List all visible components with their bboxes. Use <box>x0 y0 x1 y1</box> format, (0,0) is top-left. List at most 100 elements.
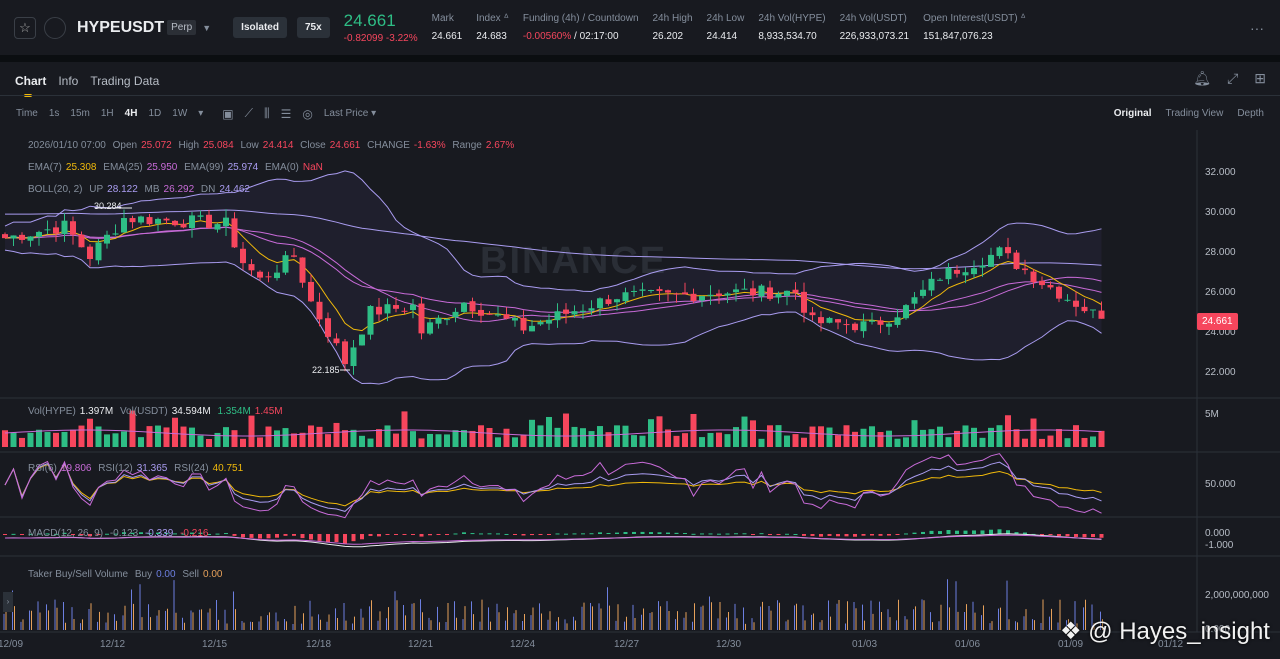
macd-hist-bar <box>521 534 526 536</box>
volume-bar <box>869 426 875 447</box>
volume-bar <box>546 416 552 447</box>
volume-bar <box>274 430 280 447</box>
ema7-label: EMA(7) <box>28 162 62 173</box>
candle-body <box>699 296 705 301</box>
candle-body <box>189 215 195 229</box>
candle-body <box>597 298 603 309</box>
macd-hist-bar <box>785 533 789 535</box>
volume-bar <box>435 434 442 447</box>
taker-axis-tick: 2,000,000,000 <box>1205 590 1269 601</box>
macd-hist-bar <box>980 530 985 534</box>
volume-bar <box>945 437 952 447</box>
candle-body <box>860 321 867 332</box>
volume-bar <box>452 430 459 447</box>
volume-bar <box>877 431 884 447</box>
boll-up-label: UP <box>89 184 104 195</box>
volume-bar <box>172 417 178 447</box>
volume-bar <box>10 432 17 447</box>
change-value: -1.63% <box>413 140 446 151</box>
volume-bar <box>724 434 731 447</box>
volume-bar <box>622 425 629 447</box>
chart-canvas[interactable] <box>0 0 1280 659</box>
candle-body <box>826 317 833 323</box>
volume-bar <box>197 435 204 447</box>
candle-body <box>971 268 977 275</box>
candle-body <box>818 317 824 324</box>
volume-bar <box>1022 438 1028 447</box>
candle-body <box>299 257 306 283</box>
candle-body <box>682 292 688 295</box>
candle-body <box>129 218 136 223</box>
volume-bar <box>673 435 680 447</box>
macd-hist-bar <box>419 534 424 537</box>
ema0-label: EMA(0) <box>264 162 299 173</box>
macd-legend: MACD(12, 26, 9) -0.123 -0.339 -0.216 <box>28 528 212 539</box>
macd-hist-bar <box>538 534 543 535</box>
volume-bar <box>308 425 314 447</box>
volume-bar <box>699 437 705 447</box>
volume-bar <box>903 437 909 447</box>
rsi6-label: RSI(6) <box>28 463 57 474</box>
candle-body <box>707 294 714 297</box>
taker-buy-value: 0.00 <box>156 569 176 580</box>
collapse-sidebar-handle[interactable]: › <box>3 592 13 612</box>
macd-hist-bar <box>887 534 891 536</box>
volume-bar <box>282 428 289 447</box>
volume-bar <box>1064 438 1071 447</box>
boll-dn-label: DN <box>200 184 216 195</box>
candle-body <box>512 317 518 321</box>
volume-bar <box>495 437 501 447</box>
macd-hist-bar <box>20 534 24 535</box>
candle-body <box>665 290 671 293</box>
macd-hist-bar <box>861 534 866 536</box>
date-tick: 12/30 <box>716 639 742 650</box>
volume-bar <box>95 426 102 447</box>
volume-bar <box>401 411 408 447</box>
macd-hist-bar <box>700 533 704 535</box>
volume-bar <box>316 426 323 447</box>
candle-body <box>1005 247 1011 254</box>
macd-hist-bar <box>1074 534 1078 537</box>
volume-bar <box>189 427 195 447</box>
date-tick: 12/12 <box>100 639 126 650</box>
volume-bar <box>580 428 586 447</box>
macd-hist-bar <box>360 534 364 540</box>
boll-legend: BOLL(20, 2) UP 28.122 MB 26.292 DN 24.462 <box>28 184 254 195</box>
volume-bar <box>597 426 603 447</box>
volume-bar <box>758 438 765 447</box>
candle-body <box>401 310 408 312</box>
macd-hist-bar <box>572 533 577 535</box>
candle-body <box>214 224 221 230</box>
candle-body <box>1022 268 1028 271</box>
vol-hype-value: 1.397M <box>79 406 114 417</box>
macd-hist-bar <box>606 532 611 534</box>
vol-ma1-value: 1.354M <box>217 406 251 417</box>
candle-body <box>1039 280 1045 286</box>
candle-body <box>248 264 255 271</box>
volume-bar <box>1013 429 1020 447</box>
range-value: 2.67% <box>485 140 515 151</box>
volume-bar <box>588 431 595 447</box>
date-tick: 12/18 <box>306 639 332 650</box>
candle-body <box>163 218 170 221</box>
taker-legend: Taker Buy/Sell Volume Buy 0.00 Sell 0.00 <box>28 569 226 580</box>
macd-hist-bar <box>232 534 237 536</box>
macd-hist-bar <box>1057 534 1061 537</box>
volume-bar <box>928 429 935 447</box>
candle-body <box>486 313 493 315</box>
volume-bar <box>44 432 51 447</box>
macd-axis-tick: -1.000 <box>1205 540 1234 551</box>
volume-bar <box>911 420 918 447</box>
candle-body <box>36 231 42 237</box>
volume-bar <box>257 437 263 447</box>
macd-hist-bar <box>1091 534 1095 538</box>
volume-bar <box>835 435 841 447</box>
candle-body <box>53 227 59 234</box>
boll-up-value: 28.122 <box>107 184 138 195</box>
macd-dif: -0.123 <box>109 528 139 539</box>
macd-hist-bar <box>258 534 262 539</box>
macd-hist-bar <box>683 532 687 534</box>
candle-body <box>758 285 765 297</box>
volume-bar <box>1081 437 1088 447</box>
open-label: Open <box>112 140 138 151</box>
